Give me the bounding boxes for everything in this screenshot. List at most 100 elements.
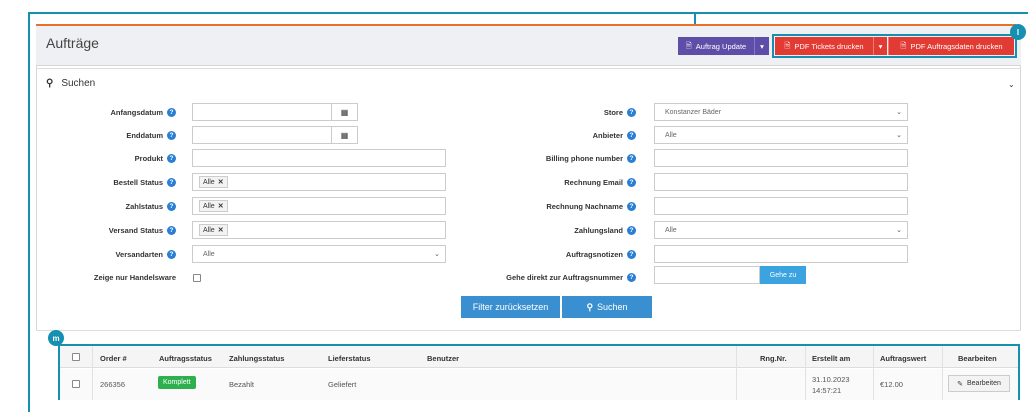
col-divider — [92, 346, 93, 400]
auftragsnotizen-input[interactable] — [654, 245, 908, 263]
chevron-down-icon: ⌄ — [896, 227, 902, 234]
label-enddatum: Enddatum? — [60, 129, 176, 141]
rechnung-nachname-input[interactable] — [654, 197, 908, 215]
search-section-divider — [36, 68, 1021, 69]
chevron-down-icon: ⌄ — [896, 109, 902, 116]
help-icon: ? — [627, 272, 636, 282]
label-auftragsnotizen: Auftragsnotizen? — [470, 248, 636, 260]
calendar-icon: ▦ — [340, 107, 349, 117]
order-number[interactable]: 266356 — [100, 380, 125, 389]
auftragsnummer-input[interactable] — [654, 266, 760, 284]
status-badge: Komplett — [158, 376, 196, 389]
store-select[interactable]: Konstanzer Bäder ⌄ — [654, 103, 908, 121]
col-zahlungsstatus[interactable]: Zahlungsstatus — [229, 354, 284, 363]
label-anfangsdatum: Anfangsdatum? — [60, 106, 176, 118]
auftrag-update-dropdown[interactable]: ▾ — [754, 37, 769, 55]
help-icon: ? — [167, 153, 176, 163]
remove-x-icon[interactable]: ✕ — [218, 178, 224, 186]
row-checkbox[interactable] — [72, 380, 80, 388]
col-auftragsstatus[interactable]: Auftragsstatus — [159, 354, 212, 363]
marker-m: m — [48, 330, 64, 346]
erstellt-date: 31.10.2023 — [812, 375, 850, 384]
label-store: Store? — [470, 106, 636, 118]
help-icon: ? — [627, 201, 636, 211]
chevron-down-icon: ⌄ — [896, 132, 902, 139]
anbieter-select[interactable]: Alle ⌄ — [654, 126, 908, 144]
search-section-header[interactable]: ⚲ Suchen — [46, 78, 95, 89]
versandarten-select[interactable]: Alle ⌄ — [192, 245, 446, 263]
pdf-file-icon: 🗎 — [784, 40, 791, 50]
edit-button[interactable]: ✎ Bearbeiten — [948, 375, 1010, 392]
col-auftragswert[interactable]: Auftragswert — [880, 354, 926, 363]
help-icon: ? — [627, 177, 636, 187]
billing-phone-input[interactable] — [654, 149, 908, 167]
anfangsdatum-input[interactable] — [192, 103, 332, 121]
calendar-icon: ▦ — [340, 130, 349, 140]
caret-down-icon: ▾ — [760, 41, 764, 51]
zahlungsstatus-value: Bezahlt — [229, 380, 255, 389]
help-icon: ? — [627, 130, 636, 140]
page-title: Aufträge — [46, 35, 99, 51]
document-icon: 🗎 — [685, 40, 692, 50]
col-divider — [805, 346, 806, 400]
versand-status-tag[interactable]: Alle ✕ — [199, 224, 228, 236]
erstellt-time: 14:57:21 — [812, 386, 842, 395]
table-row — [60, 369, 1018, 400]
help-icon: ? — [167, 201, 176, 211]
bestell-status-select[interactable]: Alle ✕ — [192, 173, 446, 191]
col-rng-nr[interactable]: Rng.Nr. — [760, 354, 787, 363]
zahlstatus-tag[interactable]: Alle ✕ — [199, 200, 228, 212]
label-bestell-status: Bestell Status? — [60, 176, 176, 188]
label-anbieter: Anbieter? — [470, 129, 636, 141]
col-erstellt-am[interactable]: Erstellt am — [812, 354, 850, 363]
label-zahlungsland: Zahlungsland? — [470, 224, 636, 236]
help-icon: ? — [627, 249, 636, 259]
bestell-status-tag[interactable]: Alle ✕ — [199, 176, 228, 188]
pdf-tickets-dropdown[interactable]: ▾ — [873, 37, 887, 55]
produkt-input[interactable] — [192, 149, 446, 167]
search-submit-button[interactable]: ⚲ Suchen — [562, 296, 652, 318]
enddatum-input[interactable] — [192, 126, 332, 144]
help-icon: ? — [167, 107, 176, 117]
remove-x-icon[interactable]: ✕ — [218, 226, 224, 234]
collapse-chevron-icon[interactable]: ⌄ — [1008, 80, 1015, 89]
filter-reset-button[interactable]: Filter zurücksetzen — [461, 296, 560, 318]
label-gehe-direkt: Gehe direkt zur Auftragsnummer? — [440, 271, 636, 283]
auftrag-update-button[interactable]: 🗎 Auftrag Update — [678, 37, 754, 55]
select-all-checkbox[interactable] — [72, 353, 80, 361]
enddatum-calendar[interactable]: ▦ — [332, 126, 358, 144]
chevron-down-icon: ⌄ — [434, 251, 440, 258]
col-order[interactable]: Order # — [100, 354, 127, 363]
col-benutzer[interactable]: Benutzer — [427, 354, 459, 363]
col-lieferstatus[interactable]: Lieferstatus — [328, 354, 371, 363]
remove-x-icon[interactable]: ✕ — [218, 202, 224, 210]
help-icon: ? — [167, 249, 176, 259]
pdf-tickets-button[interactable]: 🗎 PDF Tickets drucken — [775, 37, 873, 55]
gehe-zu-button[interactable]: Gehe zu — [760, 266, 806, 284]
versand-status-select[interactable]: Alle ✕ — [192, 221, 446, 239]
help-icon: ? — [627, 153, 636, 163]
pdf-auftragsdaten-button[interactable]: 🗎 PDF Auftragsdaten drucken — [888, 37, 1014, 55]
handelsware-checkbox[interactable] — [193, 274, 201, 282]
pdf-file-icon: 🗎 — [900, 40, 907, 50]
zahlungsland-select[interactable]: Alle ⌄ — [654, 221, 908, 239]
auftragswert-value: €12.00 — [880, 380, 903, 389]
caret-down-icon: ▾ — [878, 41, 883, 51]
col-bearbeiten: Bearbeiten — [958, 354, 997, 363]
col-divider — [873, 346, 874, 400]
help-icon: ? — [167, 130, 176, 140]
label-versandarten: Versandarten? — [60, 248, 176, 260]
label-rechnung-nachname: Rechnung Nachname? — [470, 200, 636, 212]
help-icon: ? — [167, 225, 176, 235]
label-billing-phone: Billing phone number? — [470, 152, 636, 164]
search-icon: ⚲ — [46, 78, 54, 89]
zahlstatus-select[interactable]: Alle ✕ — [192, 197, 446, 215]
lieferstatus-value: Geliefert — [328, 380, 357, 389]
label-produkt: Produkt? — [60, 152, 176, 164]
help-icon: ? — [627, 225, 636, 235]
label-zeige-handelsware: Zeige nur Handelsware — [93, 272, 176, 282]
rechnung-email-input[interactable] — [654, 173, 908, 191]
col-divider — [736, 346, 737, 400]
anfangsdatum-calendar[interactable]: ▦ — [332, 103, 358, 121]
annotation-connector — [30, 12, 696, 14]
